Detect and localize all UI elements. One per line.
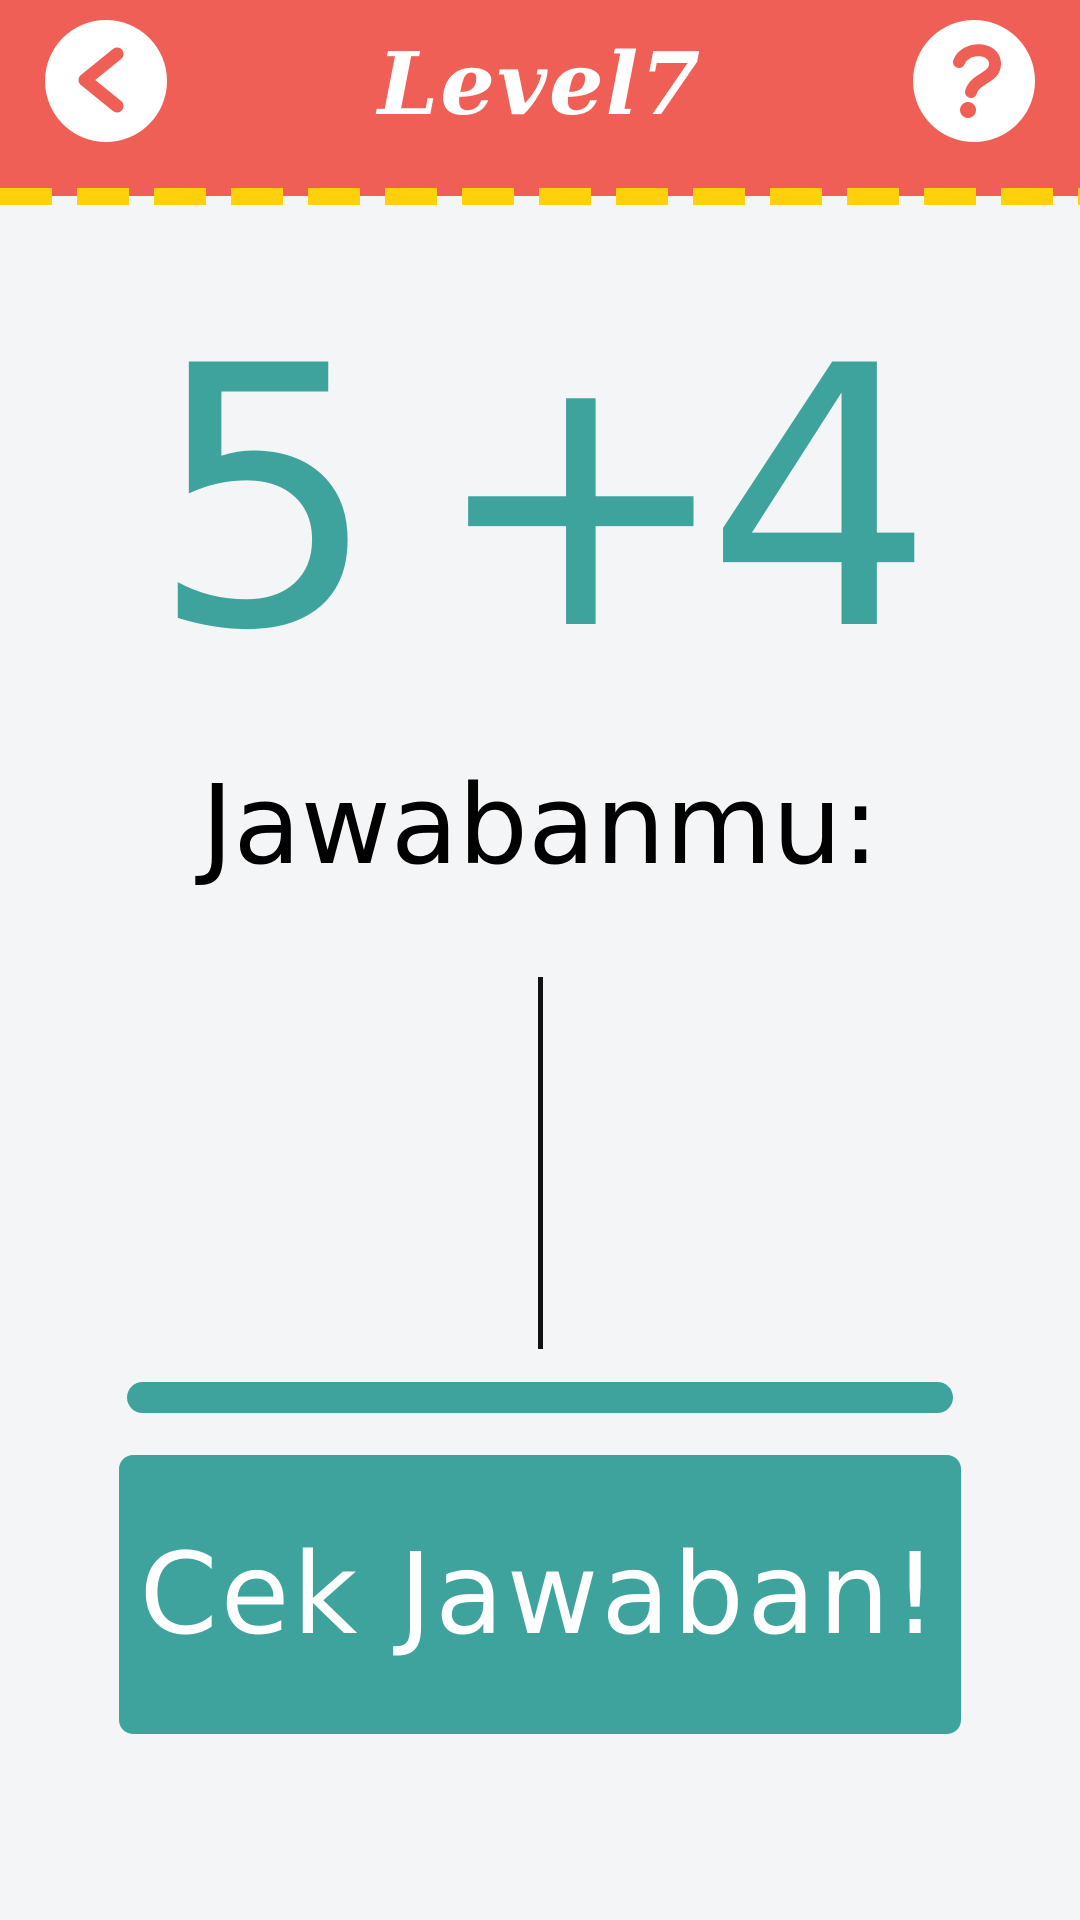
level-title: Level7 (377, 34, 703, 135)
operand-a: 5 (150, 290, 380, 709)
answer-prompt: Jawabanmu: (200, 761, 880, 889)
operator-plus: + (430, 290, 732, 709)
header-bar: Level7 (0, 0, 1080, 196)
check-answer-label: Cek Jawaban! (139, 1529, 941, 1660)
text-caret (538, 977, 543, 1349)
chevron-left-icon (78, 47, 124, 113)
answer-underline (127, 1382, 953, 1413)
check-answer-button[interactable]: Cek Jawaban! (119, 1455, 961, 1734)
question-mark-icon (953, 44, 1002, 118)
help-button[interactable] (913, 20, 1035, 142)
operand-b: 4 (705, 290, 935, 709)
math-equation: 5 + 4 (0, 290, 1080, 709)
dashed-divider (0, 188, 1080, 205)
game-screen: Level7 5 + 4 Jawabanmu: Cek Jawaban! (0, 0, 1080, 1920)
back-button[interactable] (45, 20, 167, 142)
